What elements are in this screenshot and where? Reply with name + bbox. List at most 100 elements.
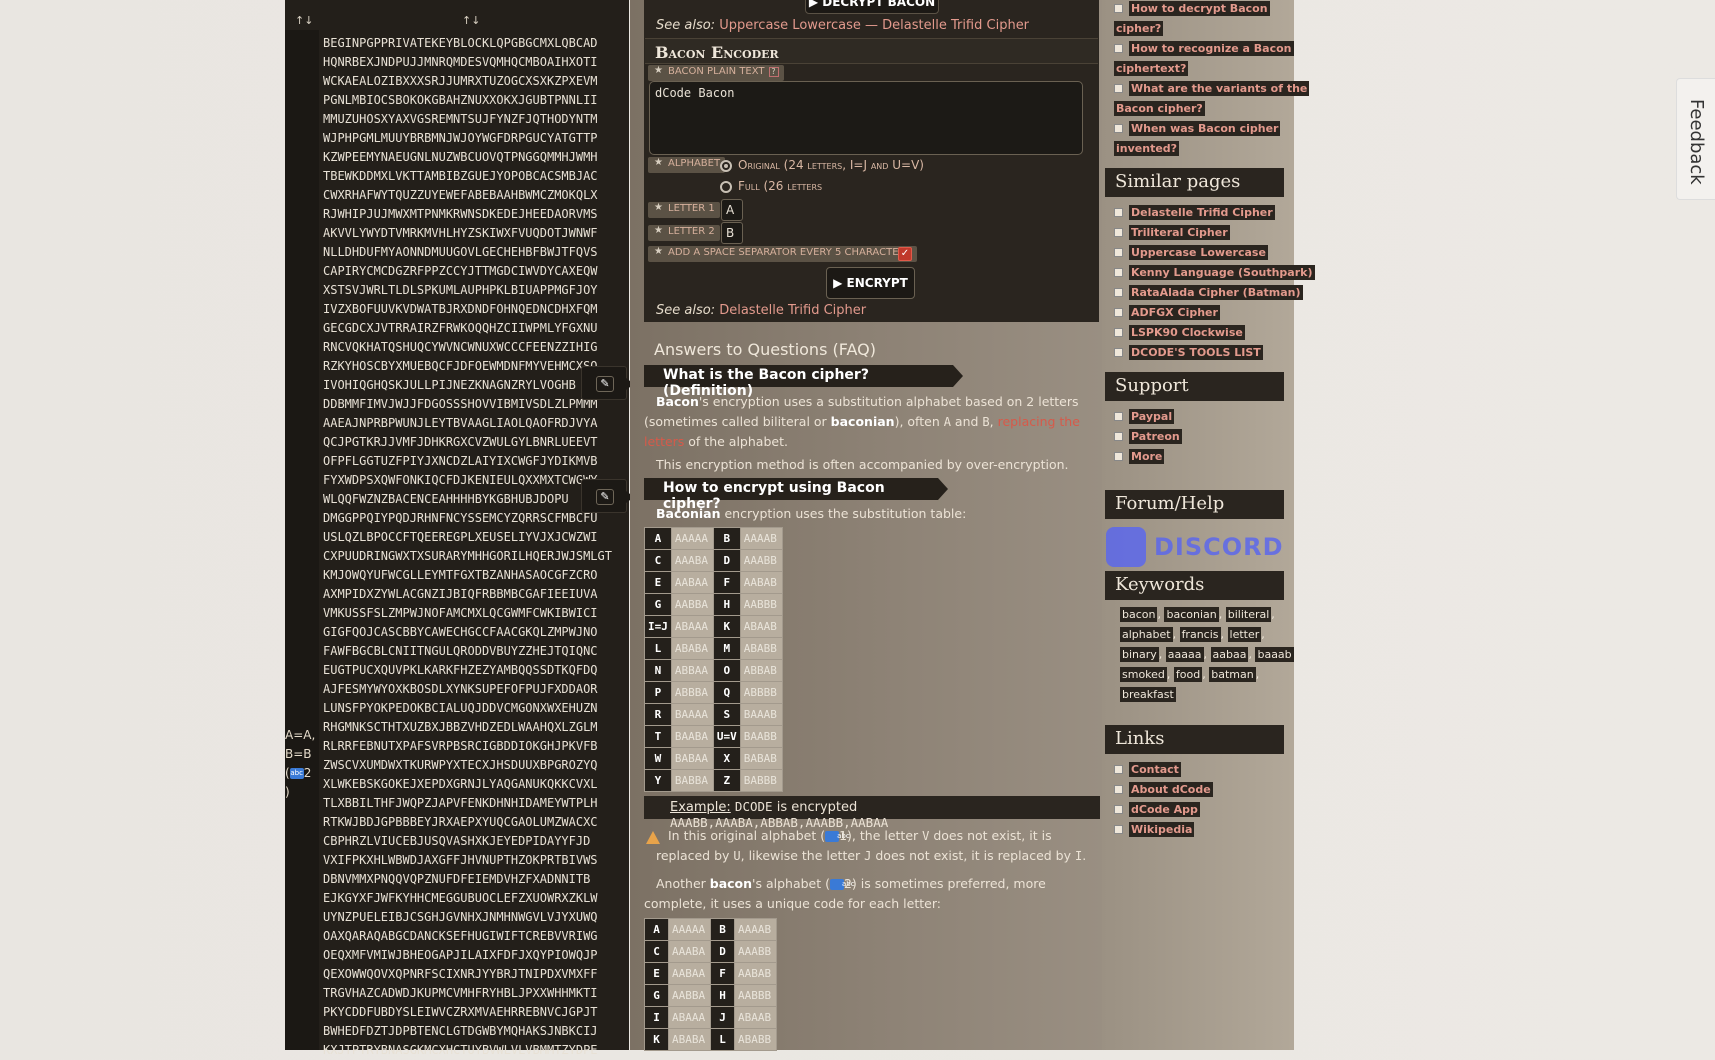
keyword-tag[interactable]: baaab — [1255, 647, 1294, 662]
help-icon[interactable]: ? — [768, 67, 779, 77]
bullet-icon — [1114, 288, 1123, 297]
keyword-tag[interactable]: letter — [1227, 627, 1262, 642]
sidebar-link[interactable]: Paypal — [1114, 409, 1175, 424]
table-code: ABBBB — [739, 681, 783, 704]
sidebar-link[interactable]: RataAlada Cipher (Batman) — [1114, 285, 1303, 300]
keyword-tag[interactable]: smoked — [1120, 667, 1167, 682]
table-code: AAABA — [668, 940, 711, 963]
faq-link[interactable]: How to recognize a Bacon — [1114, 41, 1294, 56]
letter2-input[interactable]: B — [721, 222, 743, 244]
faq-link[interactable]: invented? — [1114, 141, 1180, 156]
sort-toggle-right[interactable]: ↑↓ — [462, 14, 480, 27]
table-code: ABBAA — [670, 659, 714, 682]
sidebar-link[interactable]: Uppercase Lowercase — [1114, 245, 1268, 260]
cipher-line: AJFESMYWYOXKBOSDLXYNKSUPEFOFPUJFXDDAOR — [323, 682, 598, 696]
keyword-tag[interactable]: biliteral — [1225, 607, 1272, 622]
faq-link[interactable]: cipher? — [1114, 21, 1164, 36]
sidebar-link[interactable]: LSPK90 Clockwise — [1114, 325, 1245, 340]
cipher-line: QEXOWWQOVXQPNRFSCIXNRJYYBRJTNIPDXVMXFF — [323, 967, 598, 981]
sidebar-link[interactable]: Triliteral Cipher — [1114, 225, 1230, 240]
alphabet-original-label[interactable]: Original (24 letters, I=J and U=V) — [738, 158, 924, 172]
sidebar-link[interactable]: Kenny Language (Southpark) — [1114, 265, 1315, 280]
keyword-tag[interactable]: aaaaa — [1165, 647, 1204, 662]
sidebar-link[interactable]: Delastelle Trifid Cipher — [1114, 205, 1275, 220]
separator-checkbox[interactable]: ✓ — [898, 247, 912, 261]
table-code: AABBA — [670, 593, 714, 616]
keyword-tag[interactable]: batman — [1209, 667, 1256, 682]
table-letter: L — [710, 1028, 735, 1051]
sidebar-link[interactable]: dCode App — [1114, 802, 1200, 817]
keyword-tag[interactable]: baconian — [1164, 607, 1219, 622]
bullet-icon — [1114, 825, 1123, 834]
alphabet-original-radio[interactable] — [720, 160, 732, 172]
sidebar-link[interactable]: More — [1114, 449, 1165, 464]
bullet-icon — [1114, 805, 1123, 814]
sidebar-link-label: Wikipedia — [1129, 822, 1195, 837]
faq-link[interactable]: How to decrypt Bacon — [1114, 1, 1270, 16]
term-bacon: Bacon — [656, 394, 699, 409]
link-uppercase-lowercase[interactable]: Uppercase Lowercase — [719, 18, 861, 33]
note-line: (abc2 — [285, 764, 321, 783]
alphabet-full-radio[interactable] — [720, 181, 732, 193]
text-part: does not exist, it is replaced by — [871, 848, 1075, 863]
keyword-tag[interactable]: food — [1173, 667, 1203, 682]
faq-link-label: invented? — [1114, 141, 1180, 156]
faq-link[interactable]: What are the variants of the — [1114, 81, 1310, 96]
edit-button[interactable]: ✎ — [581, 366, 634, 400]
code-b: B — [982, 415, 990, 429]
cipher-lines: BEGINPGPPRIVATEKEYBLOCKLQPGBGCMXLQBCAD HQ… — [323, 34, 623, 1060]
sort-toggle-left[interactable]: ↑↓ — [295, 14, 313, 27]
faq-link[interactable]: When was Bacon cipher — [1114, 121, 1281, 136]
cipher-line: CAPIRYCMCDGZRFPPZCCYJTTMGDCIWVDYCAXEQW — [323, 264, 598, 278]
decrypt-button[interactable]: ▶ DECRYPT BACON — [805, 0, 939, 14]
keyword-tag[interactable]: binary — [1120, 647, 1159, 662]
keyword-tag[interactable]: breakfast — [1120, 687, 1176, 702]
abc-icon: abc — [825, 831, 850, 842]
table-row: E AABAA F AABAB — [644, 571, 783, 594]
text-part: In this original alphabet ( — [668, 828, 826, 843]
table-letter: I — [644, 1006, 669, 1029]
link-delastelle-trifid[interactable]: Delastelle Trifid Cipher — [882, 18, 1029, 33]
text-part: 's alphabet ( — [752, 876, 830, 891]
sidebar-link[interactable]: About dCode — [1114, 782, 1213, 797]
text-part: , — [989, 414, 998, 429]
text-part: and — [950, 414, 983, 429]
keyword-tag[interactable]: aabaa — [1210, 647, 1249, 662]
table-letter: K — [644, 1028, 669, 1051]
bullet-icon — [1114, 785, 1123, 794]
link-delastelle-trifid[interactable]: Delastelle Trifid Cipher — [719, 303, 866, 318]
table-letter: P — [644, 681, 672, 704]
keyword-tag[interactable]: francis — [1179, 627, 1221, 642]
edit-button[interactable]: ✎ — [581, 479, 634, 513]
faq-link[interactable]: ciphertext? — [1114, 61, 1189, 76]
bullet-icon — [1114, 765, 1123, 774]
letter1-input[interactable]: A — [721, 199, 743, 221]
note-num: 2 — [303, 766, 312, 780]
sidebar-link[interactable]: Contact — [1114, 762, 1181, 777]
table-row: K ABABA L ABABB — [644, 1028, 777, 1051]
sidebar-link[interactable]: DCODE'S TOOLS LIST — [1114, 345, 1263, 360]
cipher-line: GIGFQOJCASCBBYCAWECHGCCFAACGKQLZMPWJNO — [323, 625, 598, 639]
faq-link[interactable]: Bacon cipher? — [1114, 101, 1205, 116]
sidebar-link[interactable]: ADFGX Cipher — [1114, 305, 1220, 320]
plain-text-input[interactable]: dCode Bacon — [649, 81, 1083, 155]
table-row: E AABAA F AABAB — [644, 962, 777, 985]
feedback-tab[interactable]: Feedback — [1676, 78, 1715, 200]
warning-note: In this original alphabet (abc1), the le… — [656, 826, 1096, 866]
table-letter: J — [710, 1006, 735, 1029]
keyword-tag[interactable]: alphabet — [1120, 627, 1173, 642]
keyword-tag[interactable]: bacon — [1120, 607, 1158, 622]
table-code: AABAA — [668, 962, 711, 985]
table-code: ABBBA — [670, 681, 714, 704]
table-code: AABBB — [739, 593, 783, 616]
table-letter: F — [712, 571, 741, 594]
alphabet-full-label[interactable]: Full (26 letters — [738, 179, 822, 193]
sidebar-link[interactable]: Wikipedia — [1114, 822, 1195, 837]
table-letter: D — [710, 940, 735, 963]
discord-link[interactable]: DISCORD — [1106, 527, 1283, 567]
cipher-line: RZKYHOSCBYXMUEBQCFJDFOEWMDNFMYVEHMCXSO — [323, 359, 598, 373]
example-label: Example: — [670, 800, 731, 815]
alphabet-label: ALPHABET — [648, 157, 726, 173]
sidebar-link[interactable]: Patreon — [1114, 429, 1182, 444]
encrypt-button[interactable]: ▶ ENCRYPT — [826, 267, 915, 299]
